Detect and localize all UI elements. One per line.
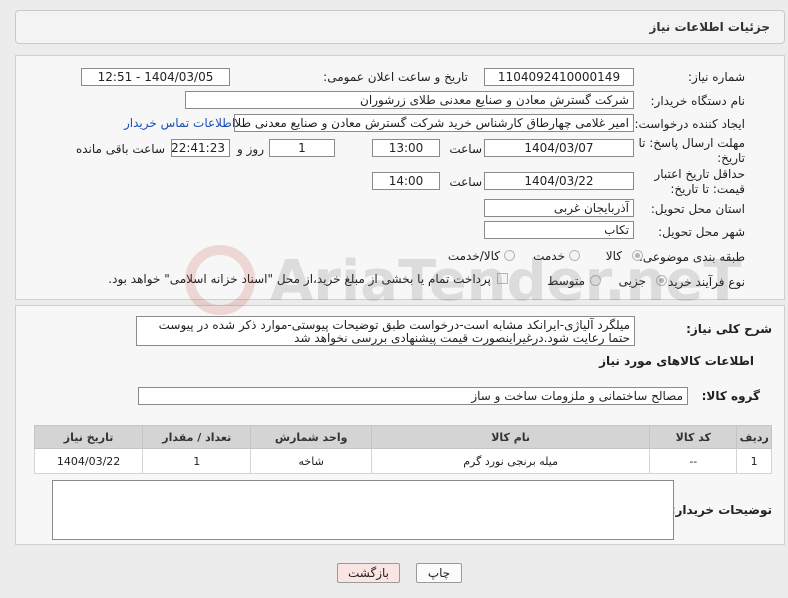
process-medium-radio[interactable] bbox=[590, 275, 601, 286]
process-minor-radio[interactable] bbox=[656, 275, 667, 286]
print-button[interactable]: چاپ bbox=[416, 563, 462, 583]
goods-group-label: گروه کالا: bbox=[701, 389, 760, 403]
deadline-time-field: 13:00 bbox=[372, 139, 440, 157]
category-label: طبقه بندی موضوعی: bbox=[638, 250, 745, 264]
col-name: نام کالا bbox=[371, 425, 651, 449]
col-quantity: تعداد / مقدار bbox=[142, 425, 252, 449]
province-field: آذربایجان غربی bbox=[484, 199, 634, 217]
goods-table: ردیف کد کالا نام کالا واحد شمارش تعداد /… bbox=[33, 425, 772, 474]
city-field: تکاب bbox=[484, 221, 634, 239]
table-row: 1 -- میله برنجی نورد گرم شاخه 1 1404/03/… bbox=[33, 448, 772, 474]
deadline-label: مهلت ارسال پاسخ: تا تاریخ: bbox=[638, 136, 745, 165]
cell-quantity: 1 bbox=[142, 448, 252, 474]
buyer-notes-textarea[interactable] bbox=[52, 480, 674, 540]
province-label: استان محل تحویل: bbox=[650, 202, 745, 216]
validity-date-field: 1404/03/22 bbox=[484, 172, 634, 190]
category-goods-label: کالا bbox=[605, 249, 622, 263]
category-service-label: خدمت bbox=[533, 249, 565, 263]
col-code: کد کالا bbox=[649, 425, 738, 449]
back-button[interactable]: بازگشت bbox=[337, 563, 400, 583]
process-label: نوع فرآیند خرید : bbox=[660, 275, 745, 289]
buyer-org-field: شرکت گسترش معادن و صنایع معدنی طلای زرشو… bbox=[185, 91, 634, 109]
deadline-date-field: 1404/03/07 bbox=[484, 139, 634, 157]
cell-need-date: 1404/03/22 bbox=[33, 448, 144, 474]
treasury-payment-note: پرداخت تمام یا بخشی از مبلغ خرید،از محل … bbox=[108, 272, 491, 286]
page-title: جزئیات اطلاعات نیاز bbox=[649, 20, 770, 34]
buyer-notes-label: توضیحات خریدار: bbox=[670, 503, 772, 517]
col-need-date: تاریخ نیاز bbox=[33, 425, 144, 449]
deadline-time-label: ساعت bbox=[449, 142, 482, 156]
buyer-contact-link[interactable]: اطلاعات تماس خریدار bbox=[124, 116, 235, 130]
hours-remaining-field: 22:41:23 bbox=[171, 139, 230, 157]
buyer-org-label: نام دستگاه خریدار: bbox=[650, 94, 746, 108]
category-goods-radio[interactable] bbox=[632, 250, 643, 261]
page-header: جزئیات اطلاعات نیاز bbox=[15, 10, 785, 44]
validity-time-field: 14:00 bbox=[372, 172, 440, 190]
treasury-payment-checkbox[interactable] bbox=[497, 273, 508, 284]
goods-group-field: مصالح ساختمانی و ملزومات ساخت و ساز bbox=[138, 387, 688, 405]
need-number-field: 1104092410000149 bbox=[484, 68, 634, 86]
process-minor-label: جزیی bbox=[618, 274, 646, 288]
goods-info-title: اطلاعات کالاهای مورد نیاز bbox=[599, 354, 754, 368]
days-label: روز و bbox=[237, 142, 264, 156]
days-remaining-field: 1 bbox=[269, 139, 335, 157]
need-number-label: شماره نیاز: bbox=[688, 70, 745, 84]
goods-table-header: ردیف کد کالا نام کالا واحد شمارش تعداد /… bbox=[33, 425, 772, 449]
cell-row: 1 bbox=[736, 448, 772, 474]
city-label: شهر محل تحویل: bbox=[658, 225, 745, 239]
announce-datetime-field: 1404/03/05 - 12:51 bbox=[81, 68, 230, 86]
col-unit: واحد شمارش bbox=[250, 425, 373, 449]
validity-time-label: ساعت bbox=[449, 175, 482, 189]
requester-field: امیر غلامی چهارطاق کارشناس خرید شرکت گست… bbox=[234, 114, 634, 132]
remaining-label: ساعت باقی مانده bbox=[75, 142, 165, 156]
process-medium-label: متوسط bbox=[547, 274, 585, 288]
col-row: ردیف bbox=[736, 425, 772, 449]
announce-label: تاریخ و ساعت اعلان عمومی: bbox=[323, 70, 468, 84]
cell-unit: شاخه bbox=[250, 448, 373, 474]
category-goods-service-radio[interactable] bbox=[504, 250, 515, 261]
requester-label: ایجاد کننده درخواست: bbox=[634, 117, 745, 131]
price-validity-label: حداقل تاریخ اعتبار قیمت: تا تاریخ: bbox=[654, 167, 745, 196]
category-goods-service-label: کالا/خدمت bbox=[447, 249, 500, 263]
description-label: شرح کلی نیاز: bbox=[686, 322, 772, 336]
category-service-radio[interactable] bbox=[569, 250, 580, 261]
cell-name: میله برنجی نورد گرم bbox=[371, 448, 651, 474]
description-textarea[interactable]: میلگرد آلیاژی-ایرانکد مشابه است-درخواست … bbox=[136, 316, 635, 346]
cell-code: -- bbox=[649, 448, 738, 474]
